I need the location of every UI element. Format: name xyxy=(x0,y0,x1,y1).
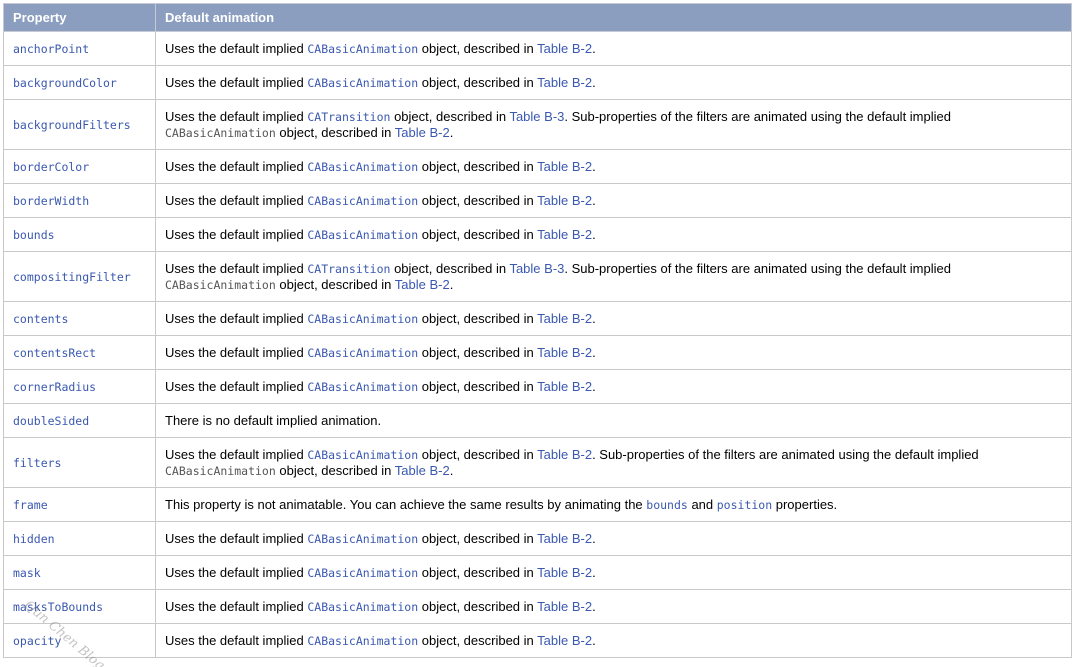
table-row: contentsRect Uses the default implied CA… xyxy=(3,335,1072,370)
cabasicanimation-code: CABasicAnimation xyxy=(165,463,276,478)
table-b2-link[interactable]: Table B-2 xyxy=(537,227,592,242)
table-row: mask Uses the default implied CABasicAni… xyxy=(3,555,1072,590)
table-b2-link[interactable]: Table B-2 xyxy=(537,565,592,580)
default-animation-table: Property Default animation anchorPoint U… xyxy=(3,3,1072,658)
table-b2-link[interactable]: Table B-2 xyxy=(395,125,450,140)
table-b2-link[interactable]: Table B-2 xyxy=(537,447,592,462)
table-b2-link[interactable]: Table B-2 xyxy=(537,159,592,174)
property-link[interactable]: masksToBounds xyxy=(3,589,156,624)
property-link[interactable]: frame xyxy=(3,487,156,522)
cabasicanimation-link[interactable]: CABasicAnimation xyxy=(307,448,418,462)
table-b2-link[interactable]: Table B-2 xyxy=(537,633,592,648)
animation-description: Uses the default implied CABasicAnimatio… xyxy=(155,437,1072,488)
animation-description: Uses the default implied CABasicAnimatio… xyxy=(155,589,1072,624)
cabasicanimation-link[interactable]: CABasicAnimation xyxy=(307,634,418,648)
table-b3-link[interactable]: Table B-3 xyxy=(509,261,564,276)
cabasicanimation-link[interactable]: CABasicAnimation xyxy=(307,228,418,242)
table-row: doubleSided There is no default implied … xyxy=(3,403,1072,438)
animation-description: Uses the default implied CABasicAnimatio… xyxy=(155,521,1072,556)
property-link[interactable]: borderColor xyxy=(3,149,156,184)
cabasicanimation-link[interactable]: CABasicAnimation xyxy=(307,312,418,326)
animation-description: Uses the default implied CABasicAnimatio… xyxy=(155,31,1072,66)
animation-description: This property is not animatable. You can… xyxy=(155,487,1072,522)
cabasicanimation-link[interactable]: CABasicAnimation xyxy=(307,76,418,90)
cabasicanimation-link[interactable]: CABasicAnimation xyxy=(307,600,418,614)
property-link[interactable]: borderWidth xyxy=(3,183,156,218)
animation-description: Uses the default implied CABasicAnimatio… xyxy=(155,369,1072,404)
animation-description: Uses the default implied CABasicAnimatio… xyxy=(155,65,1072,100)
table-b2-link[interactable]: Table B-2 xyxy=(395,277,450,292)
property-link[interactable]: contentsRect xyxy=(3,335,156,370)
table-row: frame This property is not animatable. Y… xyxy=(3,487,1072,522)
table-row: compositingFilter Uses the default impli… xyxy=(3,251,1072,302)
catransition-link[interactable]: CATransition xyxy=(307,110,390,124)
cabasicanimation-code: CABasicAnimation xyxy=(165,125,276,140)
cabasicanimation-link[interactable]: CABasicAnimation xyxy=(307,346,418,360)
table-row: opacity Uses the default implied CABasic… xyxy=(3,623,1072,658)
cabasicanimation-code: CABasicAnimation xyxy=(165,277,276,292)
table-b2-link[interactable]: Table B-2 xyxy=(537,599,592,614)
table-row: backgroundColor Uses the default implied… xyxy=(3,65,1072,100)
property-link[interactable]: opacity xyxy=(3,623,156,658)
table-row: contents Uses the default implied CABasi… xyxy=(3,301,1072,336)
animation-description: Uses the default implied CABasicAnimatio… xyxy=(155,149,1072,184)
table-b2-link[interactable]: Table B-2 xyxy=(537,379,592,394)
table-row: borderColor Uses the default implied CAB… xyxy=(3,149,1072,184)
table-row: hidden Uses the default implied CABasicA… xyxy=(3,521,1072,556)
property-link[interactable]: compositingFilter xyxy=(3,251,156,302)
property-link[interactable]: backgroundFilters xyxy=(3,99,156,150)
property-link[interactable]: anchorPoint xyxy=(3,31,156,66)
animation-description: Uses the default implied CABasicAnimatio… xyxy=(155,217,1072,252)
table-row: borderWidth Uses the default implied CAB… xyxy=(3,183,1072,218)
animation-description: Uses the default implied CABasicAnimatio… xyxy=(155,335,1072,370)
property-link[interactable]: bounds xyxy=(3,217,156,252)
animation-description: Uses the default implied CATransition ob… xyxy=(155,251,1072,302)
property-link[interactable]: cornerRadius xyxy=(3,369,156,404)
table-b2-link[interactable]: Table B-2 xyxy=(537,75,592,90)
animation-description: Uses the default implied CABasicAnimatio… xyxy=(155,183,1072,218)
animation-description: Uses the default implied CABasicAnimatio… xyxy=(155,555,1072,590)
default-animation-column-header: Default animation xyxy=(155,3,1072,32)
cabasicanimation-link[interactable]: CABasicAnimation xyxy=(307,194,418,208)
property-link[interactable]: backgroundColor xyxy=(3,65,156,100)
cabasicanimation-link[interactable]: CABasicAnimation xyxy=(307,566,418,580)
cabasicanimation-link[interactable]: CABasicAnimation xyxy=(307,42,418,56)
bounds-link[interactable]: bounds xyxy=(646,498,688,512)
table-b2-link[interactable]: Table B-2 xyxy=(537,193,592,208)
table-b2-link[interactable]: Table B-2 xyxy=(537,531,592,546)
property-link[interactable]: doubleSided xyxy=(3,403,156,438)
table-row: backgroundFilters Uses the default impli… xyxy=(3,99,1072,150)
cabasicanimation-link[interactable]: CABasicAnimation xyxy=(307,380,418,394)
table-row: filters Uses the default implied CABasic… xyxy=(3,437,1072,488)
property-link[interactable]: hidden xyxy=(3,521,156,556)
property-column-header: Property xyxy=(3,3,156,32)
table-b2-link[interactable]: Table B-2 xyxy=(537,311,592,326)
page: Property Default animation anchorPoint U… xyxy=(0,0,1074,667)
cabasicanimation-link[interactable]: CABasicAnimation xyxy=(307,160,418,174)
animation-description: Uses the default implied CABasicAnimatio… xyxy=(155,301,1072,336)
table-b3-link[interactable]: Table B-3 xyxy=(509,109,564,124)
property-link[interactable]: contents xyxy=(3,301,156,336)
table-header-row: Property Default animation xyxy=(3,3,1072,32)
table-b2-link[interactable]: Table B-2 xyxy=(537,41,592,56)
table-b2-link[interactable]: Table B-2 xyxy=(537,345,592,360)
position-link[interactable]: position xyxy=(717,498,772,512)
animation-description: There is no default implied animation. xyxy=(155,403,1072,438)
table-row: cornerRadius Uses the default implied CA… xyxy=(3,369,1072,404)
animation-description: Uses the default implied CATransition ob… xyxy=(155,99,1072,150)
property-link[interactable]: mask xyxy=(3,555,156,590)
cabasicanimation-link[interactable]: CABasicAnimation xyxy=(307,532,418,546)
catransition-link[interactable]: CATransition xyxy=(307,262,390,276)
animation-description: Uses the default implied CABasicAnimatio… xyxy=(155,623,1072,658)
table-row: anchorPoint Uses the default implied CAB… xyxy=(3,31,1072,66)
property-link[interactable]: filters xyxy=(3,437,156,488)
table-row: masksToBounds Uses the default implied C… xyxy=(3,589,1072,624)
table-b2-link[interactable]: Table B-2 xyxy=(395,463,450,478)
table-row: bounds Uses the default implied CABasicA… xyxy=(3,217,1072,252)
